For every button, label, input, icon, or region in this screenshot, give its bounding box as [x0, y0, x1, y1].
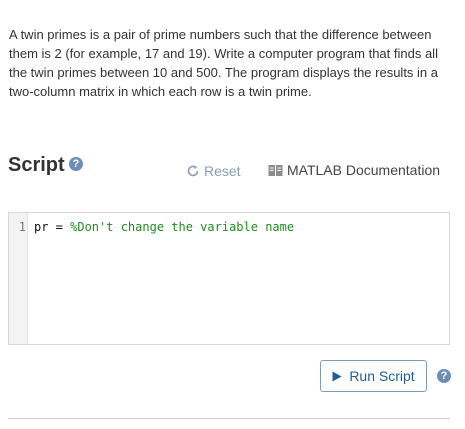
- line-number: 1: [18, 220, 26, 234]
- matlab-documentation-link[interactable]: MATLAB Documentation: [268, 160, 440, 180]
- run-help-icon[interactable]: ?: [437, 369, 451, 383]
- run-script-button[interactable]: Run Script: [320, 360, 427, 392]
- docs-label: MATLAB Documentation: [287, 162, 441, 178]
- line-number-gutter: 1: [9, 213, 28, 344]
- reset-label: Reset: [204, 163, 241, 179]
- divider: [8, 418, 450, 419]
- script-title: Script: [8, 154, 65, 176]
- play-icon: [332, 371, 342, 381]
- run-script-label: Run Script: [349, 368, 415, 384]
- code-text: pr =: [34, 220, 71, 234]
- reset-button[interactable]: Reset: [186, 161, 241, 181]
- help-icon[interactable]: ?: [69, 157, 83, 171]
- book-icon: [268, 164, 283, 176]
- code-line[interactable]: pr = %Don't change the variable name: [34, 219, 294, 235]
- code-editor[interactable]: 1 pr = %Don't change the variable name: [8, 212, 450, 345]
- page: A twin primes is a pair of prime numbers…: [0, 0, 465, 429]
- reset-icon: [187, 165, 199, 177]
- problem-description: A twin primes is a pair of prime numbers…: [9, 27, 438, 99]
- code-comment: %Don't change the variable name: [70, 220, 295, 234]
